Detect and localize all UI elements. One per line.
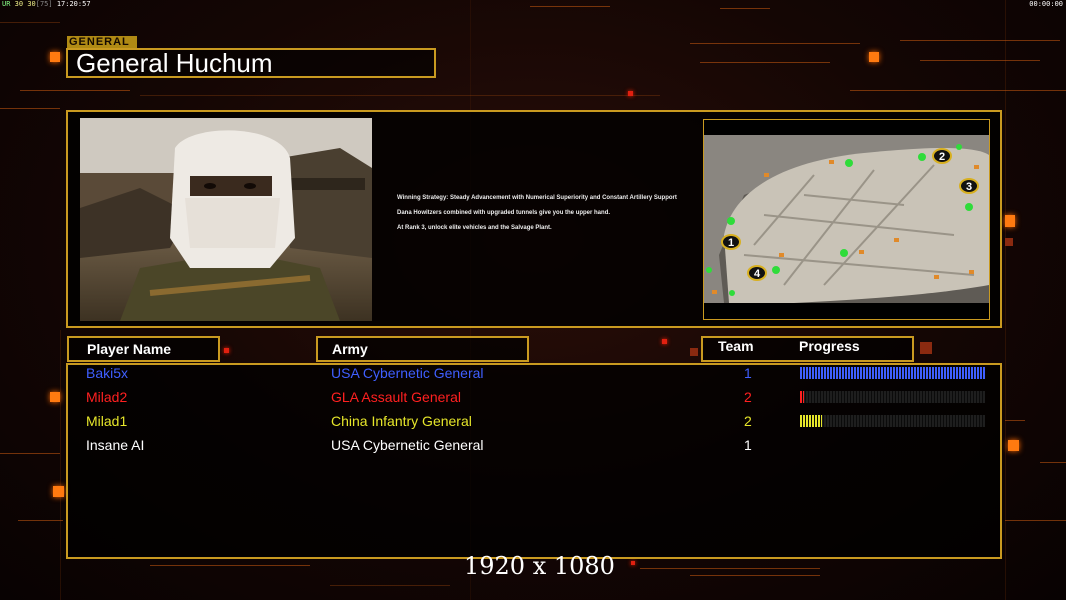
header-team-progress: Team Progress xyxy=(701,336,914,362)
progress-fill xyxy=(800,391,804,403)
player-team: 2 xyxy=(744,389,752,405)
progress-fill xyxy=(800,367,985,379)
header-progress-label: Progress xyxy=(799,338,860,354)
player-row: Baki5x USA Cybernetic General 1 xyxy=(0,363,1066,383)
player-row: Milad2 GLA Assault General 2 xyxy=(0,387,1066,407)
resolution-label: 1920 x 1080 xyxy=(464,552,615,580)
strategy-tip-1: Dana Howitzers combined with upgraded tu… xyxy=(397,210,611,216)
player-row: Insane AI USA Cybernetic General 1 xyxy=(0,435,1066,455)
progress-bar xyxy=(800,367,985,379)
header-army: Army xyxy=(316,336,529,362)
hud-value-1: 30 xyxy=(14,0,24,8)
player-team: 1 xyxy=(744,365,752,381)
player-team: 1 xyxy=(744,437,752,453)
player-name: Milad1 xyxy=(86,413,128,429)
game-timer: 00:00:00 xyxy=(1029,0,1063,8)
player-team: 2 xyxy=(744,413,752,429)
player-army: China Infantry General xyxy=(331,413,472,429)
progress-bar xyxy=(800,415,985,427)
player-name: Insane AI xyxy=(86,437,145,453)
header-player-name: Player Name xyxy=(67,336,220,362)
hud-value-2: 30 xyxy=(27,0,36,8)
hud-value-3: [75] xyxy=(35,0,53,8)
strategy-tip-2: At Rank 3, unlock elite vehicles and the… xyxy=(397,225,552,231)
player-army: GLA Assault General xyxy=(331,389,461,405)
progress-fill xyxy=(800,415,823,427)
hud-code: UR xyxy=(2,0,11,8)
progress-bar xyxy=(800,391,985,403)
header-player-name-label: Player Name xyxy=(87,341,172,357)
player-army: USA Cybernetic General xyxy=(331,437,484,453)
map-preview xyxy=(704,135,989,303)
header-army-label: Army xyxy=(332,341,368,357)
general-tag: GENERAL xyxy=(67,36,137,48)
player-name: Baki5x xyxy=(86,365,129,381)
fps-readout: UR 30 30[75] 17:20:57 xyxy=(2,0,91,8)
player-row: Milad1 China Infantry General 2 xyxy=(0,411,1066,431)
player-army: USA Cybernetic General xyxy=(331,365,484,381)
header-team-label: Team xyxy=(718,338,754,354)
general-portrait xyxy=(80,118,372,321)
player-name: Milad2 xyxy=(86,389,128,405)
strategy-summary: Winning Strategy: Steady Advancement wit… xyxy=(397,195,677,201)
hud-clock: 17:20:57 xyxy=(56,0,91,8)
general-name: General Huchum xyxy=(66,48,436,78)
strategy-description: Winning Strategy: Steady Advancement wit… xyxy=(397,194,687,239)
